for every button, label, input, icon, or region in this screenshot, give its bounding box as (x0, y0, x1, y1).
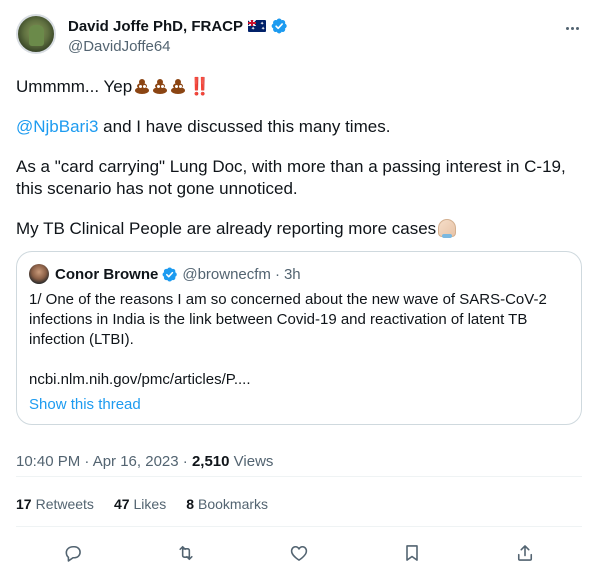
author-display-name[interactable]: David Joffe PhD, FRACP (68, 18, 243, 35)
bookmark-button[interactable] (400, 541, 424, 565)
bookmark-icon (406, 545, 418, 561)
reply-button[interactable] (61, 541, 85, 565)
quoted-timestamp: 3h (283, 265, 301, 283)
retweet-icon (179, 545, 193, 561)
quoted-tweet-header: Conor Browne @brownecfm · 3h (29, 264, 569, 284)
tweet-meta: 10:40 PM · Apr 16, 2023 · 2,510 Views (16, 453, 582, 473)
views-label: Views (233, 453, 274, 470)
engagement-stats: 17 Retweets 47 Likes 8 Bookmarks (16, 496, 268, 512)
quoted-tweet-text: 1/ One of the reasons I am so concerned … (29, 291, 547, 348)
action-bar (16, 540, 582, 566)
share-icon (518, 545, 533, 561)
author-avatar[interactable] (16, 14, 56, 54)
reply-icon (65, 545, 81, 562)
australia-flag-icon: ✦ ✦ ✦ (248, 20, 267, 32)
retweets-stat[interactable]: 17 Retweets (16, 496, 94, 512)
retweets-label: Retweets (35, 496, 94, 512)
pile-of-poo-emoji-icon (134, 78, 150, 94)
tweet-timestamp[interactable]: 10:40 PM · Apr 16, 2023 · (16, 453, 192, 470)
divider (16, 526, 582, 527)
quoted-author-avatar (29, 264, 49, 284)
likes-count: 47 (113, 496, 130, 512)
show-thread-link[interactable]: Show this thread (29, 396, 569, 413)
bookmarks-stat[interactable]: 8 Bookmarks (186, 496, 268, 512)
tweet: David Joffe PhD, FRACP ✦ ✦ ✦ @DavidJoffe… (16, 12, 582, 473)
share-button[interactable] (513, 541, 537, 565)
tweet-line-1: Ummmm... Yep ‼️ (16, 76, 582, 98)
mention-link[interactable]: @NjbBari3 (16, 117, 98, 136)
retweet-button[interactable] (174, 541, 198, 565)
tweet-paragraph-4: My TB Clinical People are already report… (16, 218, 582, 240)
verified-badge-icon (162, 266, 178, 282)
bookmarks-count: 8 (186, 496, 194, 512)
likes-label: Likes (133, 496, 167, 512)
bookmarks-label: Bookmarks (198, 496, 269, 512)
pile-of-poo-emoji-icon (170, 78, 186, 94)
tweet-header: David Joffe PhD, FRACP ✦ ✦ ✦ @DavidJoffe… (16, 12, 582, 60)
quoted-separator: · (274, 265, 280, 283)
quoted-tweet[interactable]: Conor Browne @brownecfm · 3h 1/ One of t… (16, 251, 582, 425)
like-button[interactable] (287, 541, 311, 565)
retweets-count: 17 (16, 496, 32, 512)
author-handle[interactable]: @DavidJoffe64 (68, 38, 288, 55)
quoted-author-name: Conor Browne (55, 265, 159, 283)
likes-stat[interactable]: 47 Likes (114, 496, 166, 512)
verified-badge-icon (271, 18, 287, 34)
tweet-line-2-text: and I have discussed this many times. (98, 117, 391, 136)
tweet-line-2: @NjbBari3 and I have discussed this many… (16, 116, 582, 138)
tweet-paragraph-4-text: My TB Clinical People are already report… (16, 219, 437, 238)
tweet-text: Ummmm... Yep ‼️ @NjbBari3 and I have disc… (16, 76, 582, 240)
tweet-paragraph-3: As a "card carrying" Lung Doc, with more… (16, 157, 566, 198)
double-exclamation-emoji: ‼️ (189, 77, 210, 96)
folded-hands-emoji-icon (438, 219, 457, 238)
quoted-tweet-link[interactable]: ncbi.nlm.nih.gov/pmc/articles/P.... (29, 370, 569, 390)
more-options-icon[interactable] (562, 18, 582, 38)
avatar-figure (29, 25, 44, 46)
views-count: 2,510 (191, 453, 230, 470)
quoted-author-handle: @brownecfm (182, 265, 271, 283)
author-name-block: David Joffe PhD, FRACP ✦ ✦ ✦ @DavidJoffe… (68, 16, 288, 55)
divider (16, 476, 582, 477)
heart-icon (290, 545, 308, 561)
tweet-line-1-text: Ummmm... Yep (16, 77, 133, 96)
pile-of-poo-emoji-icon (152, 78, 168, 94)
